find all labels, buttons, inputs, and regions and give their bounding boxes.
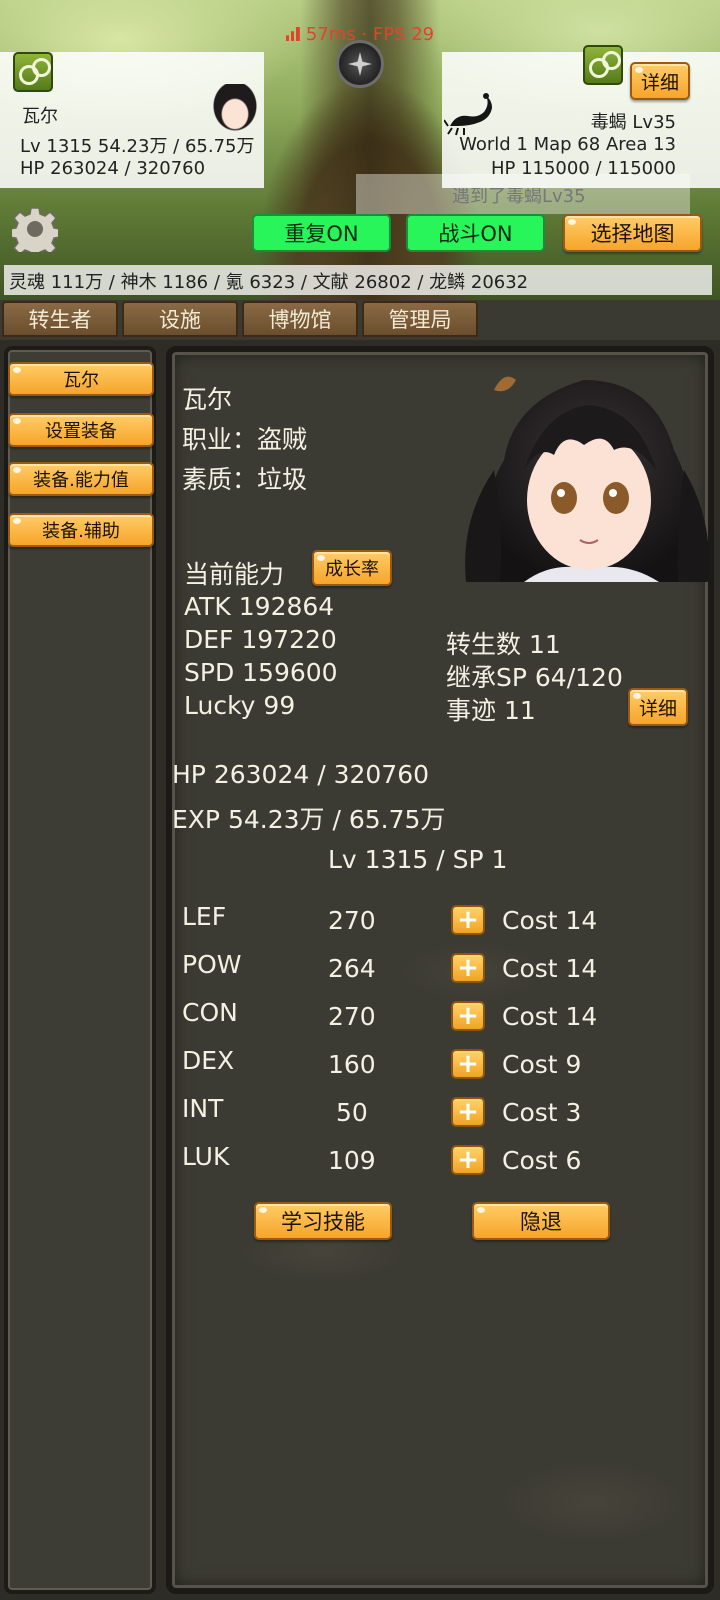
stat-value: 270 [328, 906, 376, 935]
stat-cost: Cost 3 [502, 1098, 582, 1127]
add-stat-plus-icon[interactable]: + [451, 1001, 485, 1031]
sidebar-item-set-equipment[interactable]: 设置装备 [8, 413, 154, 447]
compass-icon[interactable] [336, 40, 384, 88]
stat-value: 264 [328, 954, 376, 983]
enemy-name: 毒蝎 Lv35 [590, 112, 676, 133]
character-exp: EXP 54.23万 / 65.75万 [172, 805, 446, 834]
character-portrait [465, 376, 709, 582]
character-quality: 素质：垃圾 [182, 465, 308, 494]
player-name: 瓦尔 [22, 106, 58, 127]
add-stat-plus-icon[interactable]: + [451, 1097, 485, 1127]
player-avatar [213, 84, 257, 134]
add-stat-plus-icon[interactable]: + [451, 1145, 485, 1175]
stat-spd: SPD 159600 [184, 658, 338, 687]
signal-icon [285, 27, 300, 41]
tab-bureau[interactable]: 管理局 [362, 301, 478, 337]
add-stat-plus-icon[interactable]: + [451, 905, 485, 935]
deeds-count: 事迹 11 [446, 696, 536, 725]
stat-cost: Cost 14 [502, 1002, 598, 1031]
stat-name: POW [182, 950, 242, 979]
enemy-detail-button[interactable]: 详细 [630, 62, 690, 100]
tab-museum[interactable]: 博物馆 [242, 301, 358, 337]
stat-def: DEF 197220 [184, 625, 337, 654]
rebirth-count: 转生数 11 [446, 630, 561, 659]
stat-value: 109 [328, 1146, 376, 1175]
sidebar-item-equipment-stats[interactable]: 装备.能力值 [8, 462, 154, 496]
stat-value: 270 [328, 1002, 376, 1031]
stat-name: INT [182, 1094, 224, 1123]
stat-name: CON [182, 998, 238, 1027]
stat-cost: Cost 6 [502, 1146, 582, 1175]
tab-reincarnator[interactable]: 转生者 [2, 301, 118, 337]
stat-cost: Cost 14 [502, 954, 598, 983]
stat-name: DEX [182, 1046, 235, 1075]
stat-lucky: Lucky 99 [184, 691, 296, 720]
scorpion-icon [444, 93, 492, 136]
battle-toggle-button[interactable]: 战斗ON [406, 214, 545, 252]
player-level-exp: Lv 1315 54.23万 / 65.75万 [20, 136, 255, 157]
tab-facilities[interactable]: 设施 [122, 301, 238, 337]
stat-atk: ATK 192864 [184, 592, 335, 621]
settings-gear-icon[interactable] [12, 206, 58, 252]
stat-value: 160 [328, 1050, 376, 1079]
resource-bar: 灵魂 111万 / 神木 1186 / 氪 6323 / 文献 26802 / … [4, 265, 712, 295]
enemy-location: World 1 Map 68 Area 13 [459, 134, 676, 155]
stat-cost: Cost 14 [502, 906, 598, 935]
growth-rate-button[interactable]: 成长率 [312, 550, 392, 586]
stat-name: LEF [182, 902, 227, 931]
character-job: 职业：盗贼 [182, 425, 308, 454]
stat-cost: Cost 9 [502, 1050, 582, 1079]
player-hp: HP 263024 / 320760 [20, 158, 206, 179]
sidebar-item-character[interactable]: 瓦尔 [8, 362, 154, 396]
learn-skill-button[interactable]: 学习技能 [254, 1202, 392, 1240]
enemy-hp: HP 115000 / 115000 [490, 158, 676, 179]
level-sp: Lv 1315 / SP 1 [328, 845, 508, 874]
player-skill-icon[interactable] [13, 52, 53, 92]
sidebar-item-equipment-support[interactable]: 装备.辅助 [8, 513, 154, 547]
current-ability-label: 当前能力 [184, 560, 285, 589]
stat-value: 50 [336, 1098, 368, 1127]
enemy-skill-icon[interactable] [583, 45, 623, 85]
stat-name: LUK [182, 1142, 230, 1171]
inherit-sp: 继承SP 64/120 [446, 663, 623, 692]
character-name: 瓦尔 [182, 385, 233, 414]
select-map-button[interactable]: 选择地图 [563, 214, 702, 252]
character-hp: HP 263024 / 320760 [172, 760, 430, 789]
add-stat-plus-icon[interactable]: + [451, 1049, 485, 1079]
add-stat-plus-icon[interactable]: + [451, 953, 485, 983]
deeds-detail-button[interactable]: 详细 [628, 688, 688, 726]
repeat-toggle-button[interactable]: 重复ON [252, 214, 391, 252]
retire-button[interactable]: 隐退 [472, 1202, 610, 1240]
